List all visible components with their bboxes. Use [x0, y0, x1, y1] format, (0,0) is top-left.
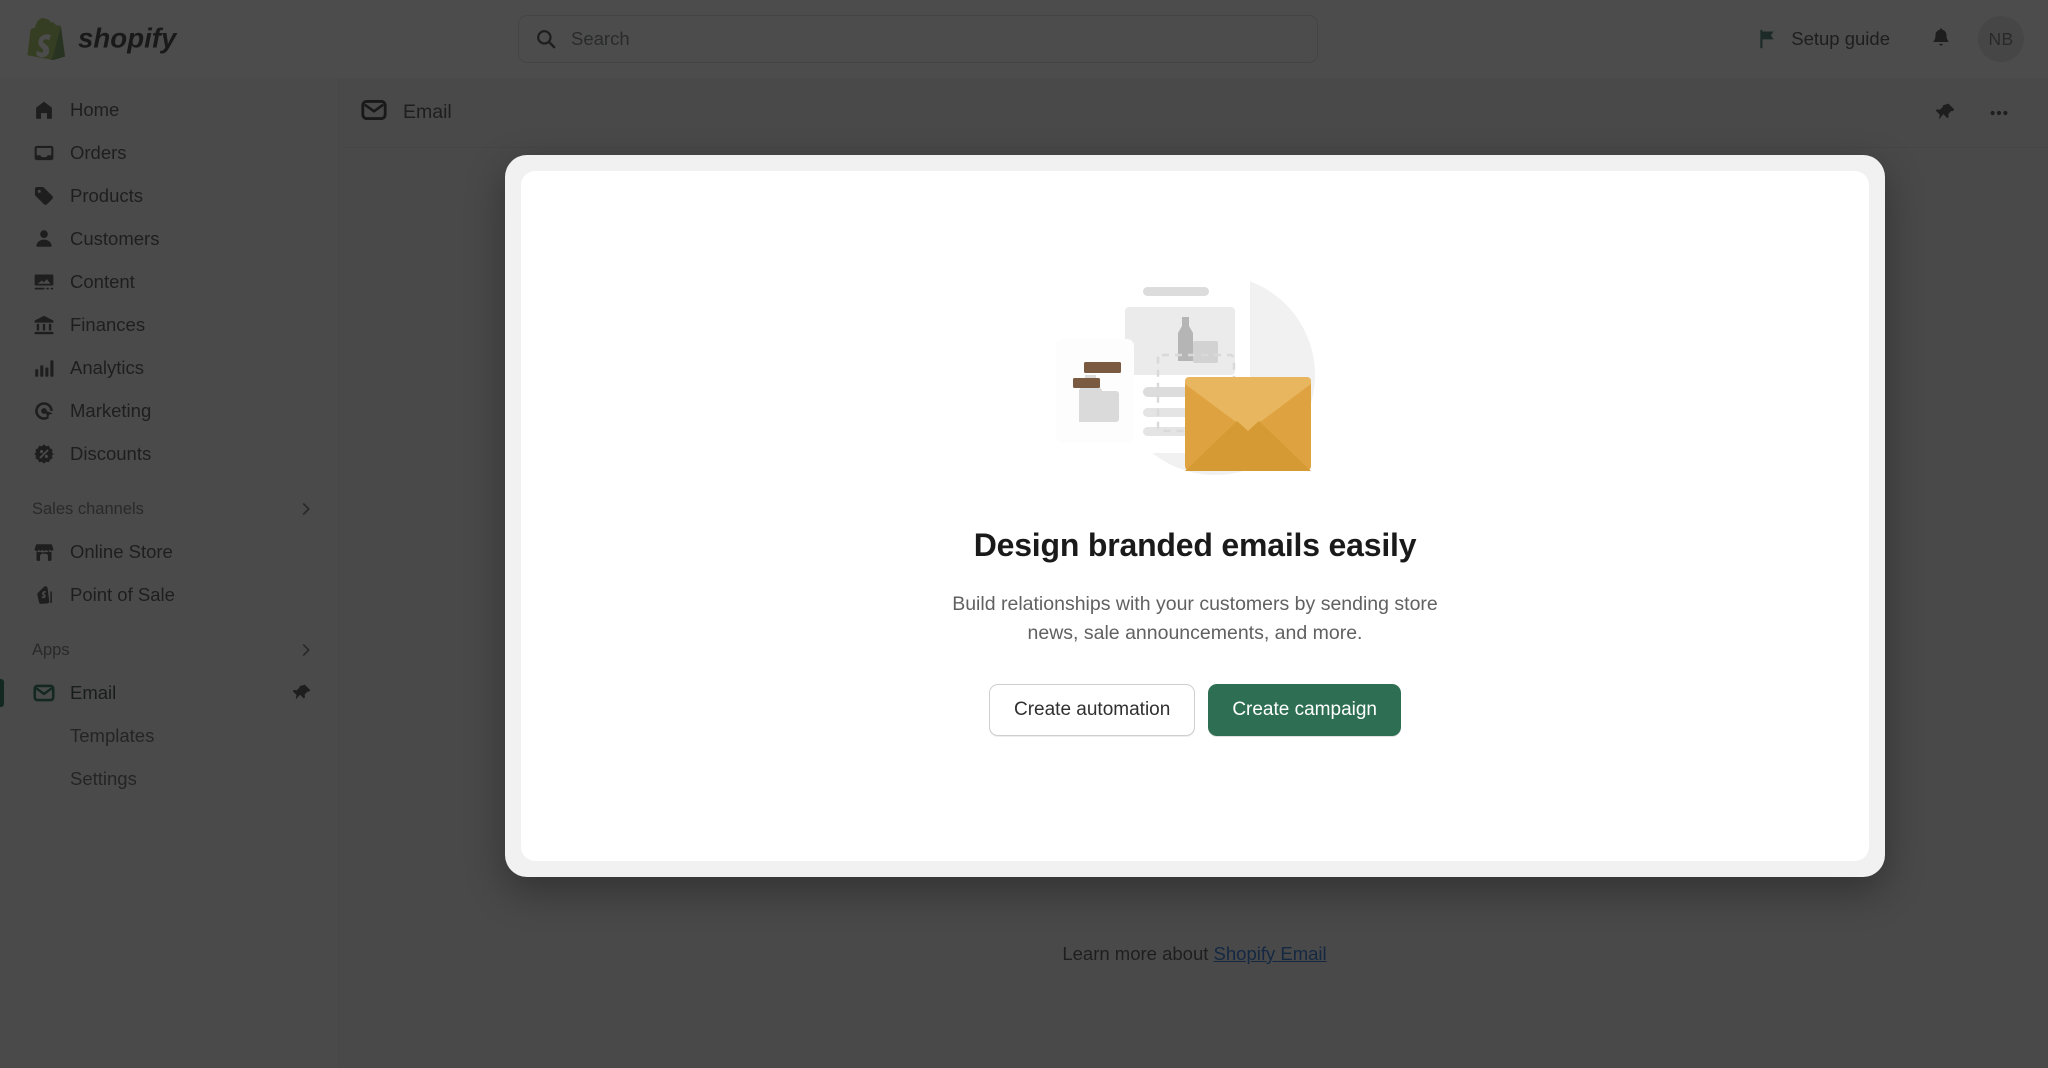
modal-actions: Create automation Create campaign: [988, 684, 1402, 736]
create-campaign-button[interactable]: Create campaign: [1208, 684, 1402, 736]
modal-title: Design branded emails easily: [973, 527, 1417, 563]
email-design-illustration: [1056, 257, 1315, 475]
shopify-admin-app: shopify Setup guide: [0, 0, 2048, 1068]
onboarding-modal: Design branded emails easily Build relat…: [505, 155, 1885, 877]
modal-card: Design branded emails easily Build relat…: [521, 171, 1869, 861]
modal-subtitle: Build relationships with your customers …: [952, 593, 1438, 644]
create-automation-button[interactable]: Create automation: [988, 684, 1196, 736]
